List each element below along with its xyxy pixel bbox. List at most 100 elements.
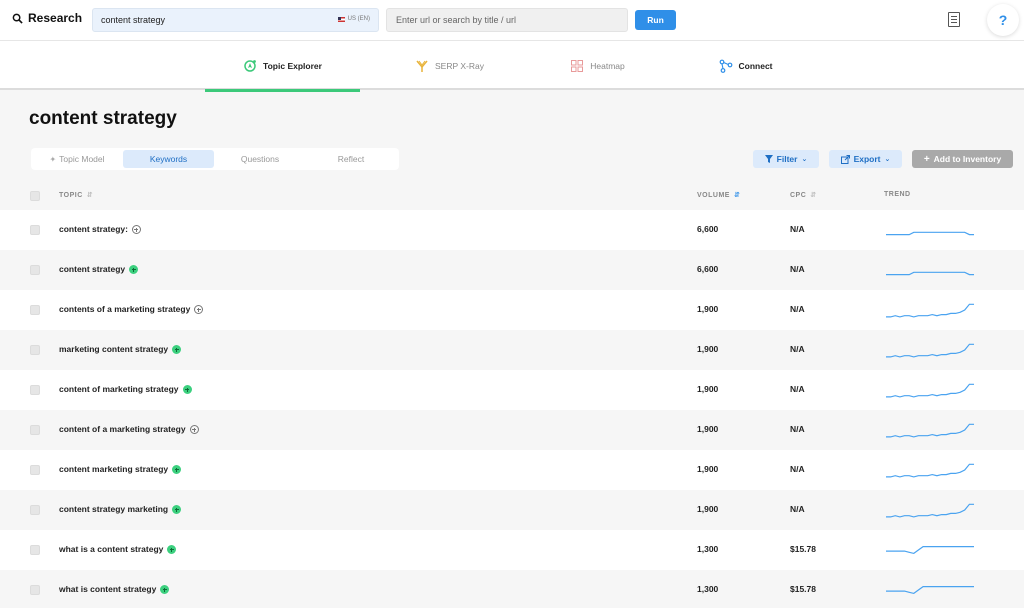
chevron-down-icon: ⌄ xyxy=(801,156,808,163)
trend-line xyxy=(886,545,974,555)
subtab-reflect[interactable]: Reflect xyxy=(306,150,396,168)
cpc-cell: N/A xyxy=(790,344,805,354)
keyword-cell[interactable]: what is a content strategy xyxy=(59,544,177,554)
row-checkbox[interactable] xyxy=(30,505,40,515)
filter-button[interactable]: Filter ⌄ xyxy=(753,150,819,168)
sort-icon: ⇵ xyxy=(810,192,817,199)
sparkle-icon: ✦ xyxy=(49,155,57,164)
added-icon[interactable] xyxy=(129,264,139,274)
trend-sparkline xyxy=(886,423,974,438)
subtab-label: Reflect xyxy=(337,154,365,164)
table-row[interactable]: what is content strategy 1,300 $15.78 xyxy=(0,570,1024,608)
table-header: TOPIC ⇵ VOLUME ⇵ CPC ⇵ TREND xyxy=(0,182,1024,210)
added-icon[interactable] xyxy=(172,504,182,514)
added-icon[interactable] xyxy=(182,384,192,394)
subtab-label: Topic Model xyxy=(59,154,105,164)
url-search-input[interactable]: Enter url or search by title / url xyxy=(386,8,628,32)
row-checkbox[interactable] xyxy=(30,305,40,315)
column-label: VOLUME xyxy=(697,191,730,199)
table-row[interactable]: content of a marketing strategy 1,900 N/A xyxy=(0,410,1024,450)
keyword-cell[interactable]: content strategy marketing xyxy=(59,504,182,514)
view-subtabs: ✦ Topic Model Keywords Questions Reflect xyxy=(31,148,399,170)
trend-line xyxy=(886,343,974,358)
add-to-inventory-button[interactable]: + Add to Inventory xyxy=(912,150,1013,168)
cpc-cell: N/A xyxy=(790,464,805,474)
topic-search-input[interactable]: content strategy US (EN) xyxy=(92,8,379,32)
tab-label: Heatmap xyxy=(590,60,625,71)
add-circle-icon[interactable] xyxy=(189,424,199,434)
table-row[interactable]: content strategy marketing 1,900 N/A xyxy=(0,490,1024,530)
keyword-cell[interactable]: content strategy: xyxy=(59,224,141,234)
trend-sparkline xyxy=(886,271,974,276)
keyword-text: content strategy marketing xyxy=(59,504,169,514)
search-icon xyxy=(12,13,23,24)
run-button[interactable]: Run xyxy=(635,10,676,30)
top-bar: Research content strategy US (EN) Enter … xyxy=(0,0,1024,41)
volume-cell: 6,600 xyxy=(697,224,719,234)
keyword-cell[interactable]: content marketing strategy xyxy=(59,464,182,474)
keyword-cell[interactable]: content of a marketing strategy xyxy=(59,424,199,434)
table-row[interactable]: content strategy: 6,600 N/A xyxy=(0,210,1024,250)
table-row[interactable]: contents of a marketing strategy 1,900 N/A xyxy=(0,290,1024,330)
cpc-cell: N/A xyxy=(790,424,805,434)
help-button[interactable]: ? xyxy=(987,4,1019,36)
subtab-topic-model[interactable]: ✦ Topic Model xyxy=(33,150,121,168)
added-icon[interactable] xyxy=(160,584,170,594)
table-row[interactable]: content of marketing strategy 1,900 N/A xyxy=(0,370,1024,410)
row-checkbox[interactable] xyxy=(30,465,40,475)
tab-serp-xray[interactable]: SERP X-Ray xyxy=(372,41,527,90)
keyword-text: content marketing strategy xyxy=(59,464,169,474)
row-checkbox[interactable] xyxy=(30,265,40,275)
filter-label: Filter xyxy=(776,154,798,164)
keyword-text: contents of a marketing strategy xyxy=(59,304,191,314)
row-checkbox[interactable] xyxy=(30,345,40,355)
keyword-cell[interactable]: marketing content strategy xyxy=(59,344,182,354)
added-icon[interactable] xyxy=(172,464,182,474)
column-cpc[interactable]: CPC ⇵ xyxy=(790,191,817,200)
filter-icon xyxy=(764,155,773,163)
volume-cell: 1,900 xyxy=(697,344,719,354)
trend-line xyxy=(886,231,974,236)
column-volume[interactable]: VOLUME ⇵ xyxy=(697,191,740,200)
select-all-checkbox[interactable] xyxy=(30,191,40,201)
add-circle-icon[interactable] xyxy=(194,304,204,314)
tab-label: Connect xyxy=(738,60,773,71)
keyword-cell[interactable]: contents of a marketing strategy xyxy=(59,304,204,314)
added-icon[interactable] xyxy=(167,544,177,554)
subtab-label: Questions xyxy=(240,154,280,164)
keyword-cell[interactable]: content of marketing strategy xyxy=(59,384,192,394)
brand[interactable]: Research xyxy=(12,11,82,25)
locale-selector[interactable]: US (EN) xyxy=(337,16,370,22)
table-row[interactable]: content marketing strategy 1,900 N/A xyxy=(0,450,1024,490)
table-row[interactable]: what is a content strategy 1,300 $15.78 xyxy=(0,530,1024,570)
keyword-text: content of a marketing strategy xyxy=(59,424,186,434)
chevron-down-icon: ⌄ xyxy=(884,156,891,163)
table-row[interactable]: content strategy 6,600 N/A xyxy=(0,250,1024,290)
trend-sparkline xyxy=(886,303,974,318)
added-icon[interactable] xyxy=(172,344,182,354)
subtab-questions[interactable]: Questions xyxy=(216,150,304,168)
keyword-text: marketing content strategy xyxy=(59,344,169,354)
row-checkbox[interactable] xyxy=(30,545,40,555)
add-circle-icon[interactable] xyxy=(131,224,141,234)
keyword-cell[interactable]: content strategy xyxy=(59,264,139,274)
document-icon[interactable] xyxy=(948,12,960,27)
subtab-keywords[interactable]: Keywords xyxy=(123,150,214,168)
add-label: Add to Inventory xyxy=(933,154,1002,164)
column-topic[interactable]: TOPIC ⇵ xyxy=(59,191,93,200)
tab-connect[interactable]: Connect xyxy=(668,41,823,90)
row-checkbox[interactable] xyxy=(30,585,40,595)
table-row[interactable]: marketing content strategy 1,900 N/A xyxy=(0,330,1024,370)
row-checkbox[interactable] xyxy=(30,385,40,395)
export-button[interactable]: Export ⌄ xyxy=(829,150,902,168)
row-checkbox[interactable] xyxy=(30,225,40,235)
tab-heatmap[interactable]: Heatmap xyxy=(520,41,675,90)
tab-label: Topic Explorer xyxy=(263,60,322,71)
column-label: CPC xyxy=(790,191,807,199)
trend-line xyxy=(886,503,974,518)
compass-icon xyxy=(244,59,256,72)
cpc-cell: N/A xyxy=(790,264,805,274)
row-checkbox[interactable] xyxy=(30,425,40,435)
tab-topic-explorer[interactable]: Topic Explorer xyxy=(205,41,360,92)
keyword-cell[interactable]: what is content strategy xyxy=(59,584,170,594)
